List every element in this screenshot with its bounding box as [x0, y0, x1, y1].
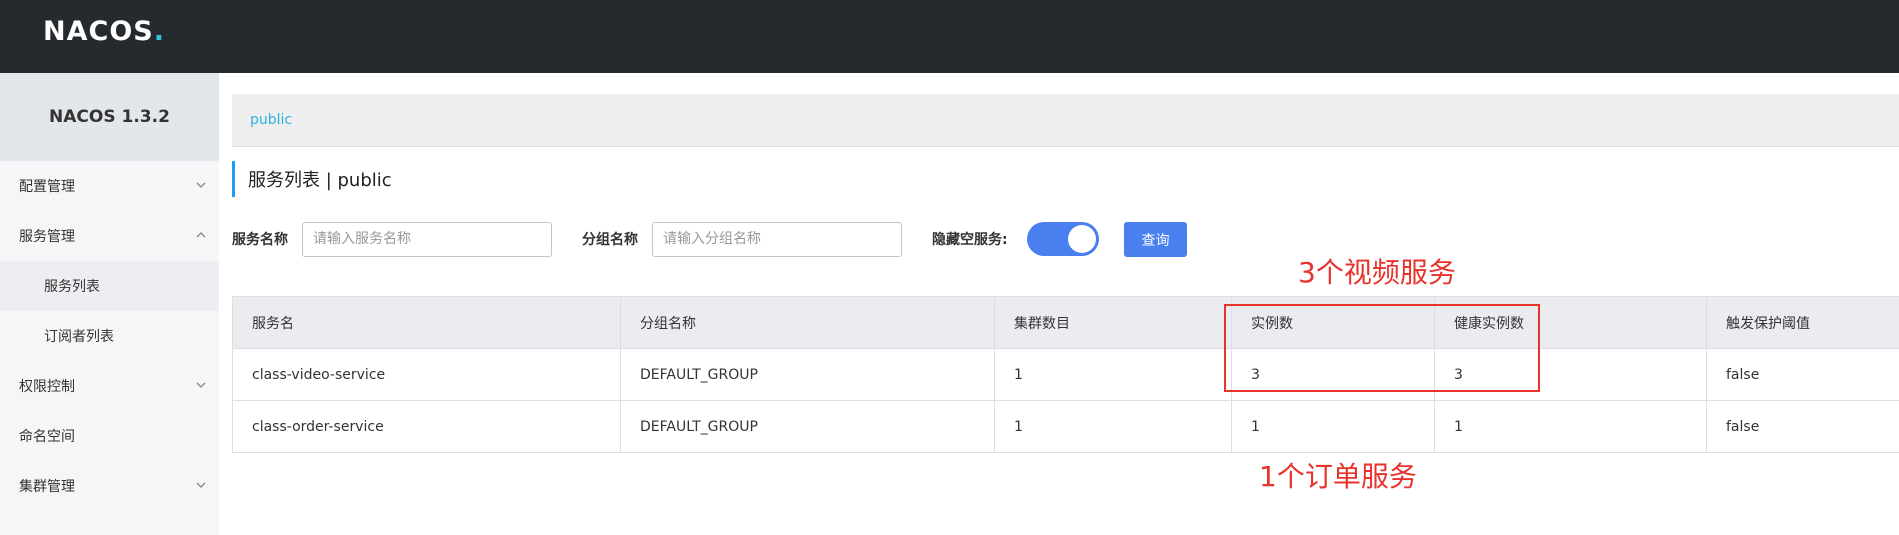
sidebar-item-label: 服务管理 [19, 229, 75, 245]
sidebar-item-label: 订阅者列表 [44, 329, 114, 345]
cell-group-name: DEFAULT_GROUP [620, 400, 995, 453]
cell-service-name: class-order-service [232, 400, 621, 453]
sidebar-item-subscriber-list[interactable]: 订阅者列表 [0, 311, 219, 361]
group-name-filter: 分组名称 [582, 221, 902, 257]
chevron-down-icon [195, 479, 207, 491]
service-table: 服务名 分组名称 集群数目 实例数 健康实例数 触发保护阈值 class-vid… [232, 296, 1899, 453]
hide-empty-label: 隐藏空服务: [932, 232, 1008, 248]
sidebar-item-label: 配置管理 [19, 179, 75, 195]
column-header-protect-threshold: 触发保护阈值 [1706, 296, 1899, 349]
group-name-label: 分组名称 [582, 232, 638, 248]
table-row: class-order-service DEFAULT_GROUP 1 1 1 … [232, 400, 1899, 453]
query-button[interactable]: 查询 [1124, 222, 1187, 257]
sidebar-item-config-management[interactable]: 配置管理 [0, 161, 219, 211]
service-name-label: 服务名称 [232, 232, 288, 248]
toggle-knob [1068, 225, 1096, 253]
annotation-video-services: 3个视频服务 [1298, 256, 1456, 289]
cell-instance-count: 1 [1231, 400, 1435, 453]
sidebar-item-service-list[interactable]: 服务列表 [0, 261, 219, 311]
sidebar-item-namespace[interactable]: 命名空间 [0, 411, 219, 461]
table-header-row: 服务名 分组名称 集群数目 实例数 健康实例数 触发保护阈值 [232, 296, 1899, 349]
logo-text-main: NAC [43, 16, 110, 47]
service-name-filter: 服务名称 [232, 221, 552, 257]
service-name-input[interactable] [302, 221, 552, 257]
cell-protect-threshold: false [1706, 400, 1899, 453]
cell-healthy-instance-count: 1 [1434, 400, 1707, 453]
sidebar-item-label: 权限控制 [19, 379, 75, 395]
chevron-up-icon [195, 229, 207, 241]
cell-cluster-count: 1 [994, 348, 1232, 401]
sidebar-item-access-control[interactable]: 权限控制 [0, 361, 219, 411]
cell-protect-threshold: false [1706, 348, 1899, 401]
sidebar-item-label: 集群管理 [19, 479, 75, 495]
logo-text-accent: OS [109, 16, 154, 47]
annotation-order-service: 1个订单服务 [1259, 460, 1417, 493]
sidebar-item-service-management[interactable]: 服务管理 [0, 211, 219, 261]
sidebar-item-label: 服务列表 [44, 279, 100, 295]
page-title: 服务列表 | public [232, 161, 392, 197]
table-row: class-video-service DEFAULT_GROUP 1 3 3 … [232, 348, 1899, 401]
column-header-group-name: 分组名称 [620, 296, 995, 349]
hide-empty-filter: 隐藏空服务: [932, 222, 1022, 256]
top-navbar: NACOS. [0, 0, 1899, 73]
chevron-down-icon [195, 379, 207, 391]
sidebar: NACOS 1.3.2 配置管理 服务管理 服务列表 订阅者列表 权限控制 命名… [0, 73, 219, 535]
column-header-cluster-count: 集群数目 [994, 296, 1232, 349]
namespace-link-public[interactable]: public [250, 112, 292, 128]
group-name-input[interactable] [652, 221, 902, 257]
sidebar-version: NACOS 1.3.2 [0, 73, 219, 161]
cell-service-name: class-video-service [232, 348, 621, 401]
chevron-down-icon [195, 179, 207, 191]
logo-dot: . [153, 16, 165, 47]
sidebar-item-cluster-management[interactable]: 集群管理 [0, 461, 219, 511]
sidebar-item-label: 命名空间 [19, 429, 75, 445]
annotation-highlight-box [1224, 304, 1540, 392]
cell-cluster-count: 1 [994, 400, 1232, 453]
nacos-logo[interactable]: NACOS. [43, 16, 165, 47]
column-header-service-name: 服务名 [232, 296, 621, 349]
namespace-bar: public [232, 94, 1899, 147]
cell-group-name: DEFAULT_GROUP [620, 348, 995, 401]
hide-empty-toggle[interactable] [1027, 222, 1099, 256]
